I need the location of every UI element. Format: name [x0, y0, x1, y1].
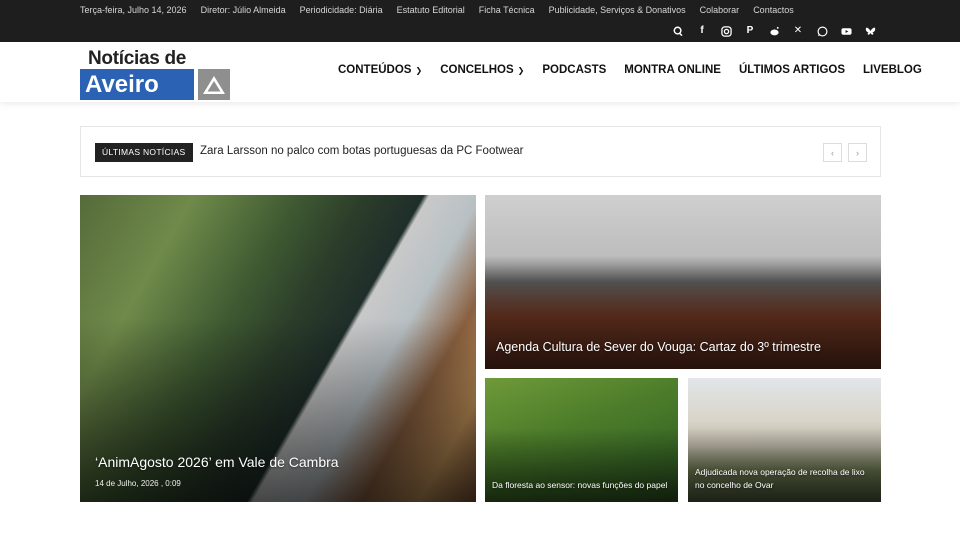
top-bar: Terça-feira, Julho 14, 2026 Diretor: Júl… — [0, 0, 960, 42]
nav-montra-online[interactable]: MONTRA ONLINE — [624, 64, 721, 76]
site-logo[interactable]: Notícias de Aveiro — [80, 46, 232, 100]
breaking-news-tag: ÚLTIMAS NOTÍCIAS — [95, 143, 193, 162]
breaking-news-ticker: ÚLTIMAS NOTÍCIAS Zara Larsson no palco c… — [80, 126, 881, 177]
logo-line2: Aveiro — [80, 69, 194, 100]
chevron-down-icon: ❯ — [517, 65, 525, 75]
ticker-arrows: ‹ › — [823, 143, 867, 162]
nav-concelhos[interactable]: CONCELHOS ❯ — [440, 64, 524, 76]
technical-sheet-link[interactable]: Ficha Técnica — [479, 5, 535, 15]
youtube-icon[interactable] — [840, 25, 852, 37]
logo-line1: Notícias de — [88, 48, 187, 69]
nav-conteudos[interactable]: CONTEÚDOS ❯ — [338, 64, 422, 76]
periodicity-link[interactable]: Periodicidade: Diária — [300, 5, 383, 15]
contacts-link[interactable]: Contactos — [753, 5, 794, 15]
instagram-icon[interactable] — [720, 25, 732, 37]
article-title[interactable]: Agenda Cultura de Sever do Vouga: Cartaz… — [496, 340, 821, 354]
nav-liveblog[interactable]: LIVEBLOG — [863, 64, 922, 76]
featured-article-2[interactable]: Agenda Cultura de Sever do Vouga: Cartaz… — [485, 195, 881, 369]
article-title[interactable]: ‘AnimAgosto 2026’ em Vale de Cambra — [95, 454, 339, 470]
current-date: Terça-feira, Julho 14, 2026 — [80, 5, 187, 15]
breaking-news-headline[interactable]: Zara Larsson no palco com botas portugue… — [200, 145, 523, 157]
ticker-prev-button[interactable]: ‹ — [823, 143, 842, 162]
social-icons: f P ✕ — [672, 25, 876, 37]
site-header: Notícias de Aveiro CONTEÚDOS ❯ CONCELHOS ❯… — [0, 42, 960, 102]
nav-ultimos-artigos[interactable]: ÚLTIMOS ARTIGOS — [739, 64, 845, 76]
nav-podcasts[interactable]: PODCASTS — [542, 64, 606, 76]
x-icon[interactable]: ✕ — [792, 25, 804, 37]
featured-article-4[interactable]: Adjudicada nova operação de recolha de l… — [688, 378, 881, 502]
image-overlay — [80, 317, 476, 502]
editorial-statute-link[interactable]: Estatuto Editorial — [397, 5, 465, 15]
bluesky-icon[interactable] — [864, 25, 876, 37]
article-title[interactable]: Da floresta ao sensor: novas funções do … — [492, 479, 672, 492]
facebook-icon[interactable]: f — [696, 25, 708, 37]
advertising-link[interactable]: Publicidade, Serviços & Donativos — [549, 5, 686, 15]
featured-article-1[interactable]: ‘AnimAgosto 2026’ em Vale de Cambra 14 d… — [80, 195, 476, 502]
article-title[interactable]: Adjudicada nova operação de recolha de l… — [695, 466, 875, 492]
whatsapp-icon[interactable] — [816, 25, 828, 37]
article-date: 14 de Julho, 2026 , 0:09 — [95, 479, 181, 488]
paypal-icon[interactable]: P — [744, 25, 756, 37]
collaborate-link[interactable]: Colaborar — [700, 5, 740, 15]
director-link[interactable]: Diretor: Júlio Almeida — [201, 5, 286, 15]
featured-article-3[interactable]: Da floresta ao sensor: novas funções do … — [485, 378, 678, 502]
top-links: Terça-feira, Julho 14, 2026 Diretor: Júl… — [80, 5, 794, 15]
logo-triangle-icon — [198, 69, 230, 100]
chevron-down-icon: ❯ — [415, 65, 423, 75]
ticker-next-button[interactable]: › — [848, 143, 867, 162]
reddit-icon[interactable] — [768, 25, 780, 37]
search-icon[interactable] — [672, 25, 684, 37]
main-nav: CONTEÚDOS ❯ CONCELHOS ❯ PODCASTS MONTRA ON… — [338, 64, 922, 76]
